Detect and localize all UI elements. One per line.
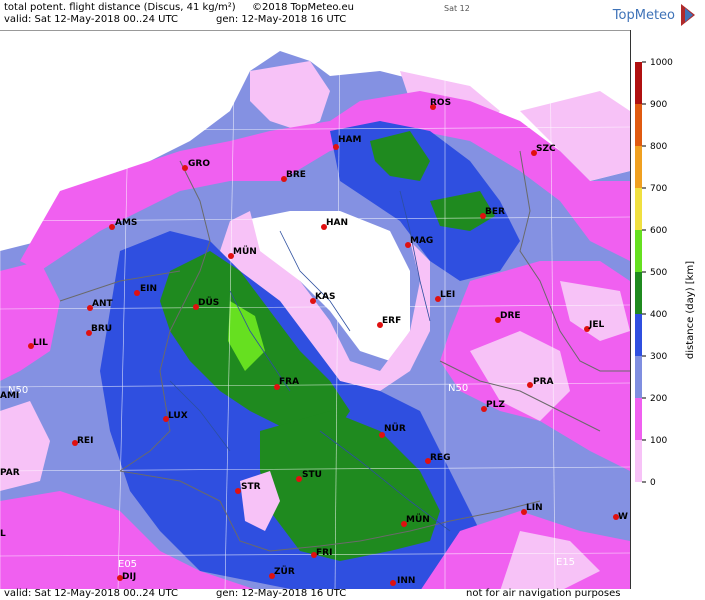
legend-bar-9 [635,440,642,482]
svg-text:FRI: FRI [316,548,332,558]
legend-bar-5 [635,272,642,314]
svg-text:NÜR: NÜR [384,423,406,434]
svg-text:REG: REG [430,453,450,463]
brand-logo-text: TopMeteo [612,8,675,23]
legend-bar-6 [635,314,642,356]
legend-bar-1 [635,104,642,146]
svg-text:SZC: SZC [536,144,556,154]
svg-text:BRU: BRU [91,324,112,334]
grid-label-n55-left: N55 [10,33,30,44]
gen-label: gen: 12-May-2018 16 UTC [216,14,347,25]
legend-axis-label: distance (day) [km] [685,261,696,359]
svg-text:FRA: FRA [279,377,299,387]
city-par[interactable]: PAR [0,468,20,478]
svg-text:REI: REI [77,436,93,446]
svg-text:STR: STR [241,482,261,492]
svg-text:PLZ: PLZ [486,400,505,410]
svg-text:MÜN: MÜN [406,514,430,525]
svg-text:KAS: KAS [315,292,335,302]
svg-text:EIN: EIN [140,284,157,294]
legend-tick-1: 900 [650,100,667,110]
svg-text:AMI: AMI [0,391,19,401]
legend-tick-6: 400 [650,310,667,320]
svg-text:BER: BER [485,207,505,217]
map-title: total potent. flight distance (Discus, 4… [4,2,236,13]
svg-text:DIJ: DIJ [122,572,136,582]
svg-text:W: W [618,512,628,522]
legend-bar-3 [635,188,642,230]
svg-text:PAR: PAR [0,468,20,478]
grid-label-e05: E05 [118,559,137,570]
legend-bar-0 [635,62,642,104]
svg-text:LEI: LEI [440,290,455,300]
svg-text:DRE: DRE [500,311,521,321]
legend-bar-2 [635,146,642,188]
legend-tick-0: 1000 [650,58,673,68]
legend-tick-10: 0 [650,478,656,488]
svg-text:INN: INN [397,576,415,586]
legend-tick-9: 100 [650,436,667,446]
legend-tick-7: 300 [650,352,667,362]
header-bar: total potent. flight distance (Discus, 4… [0,0,705,30]
legend-bar-8 [635,398,642,440]
grid-label-e15: E15 [556,557,575,568]
svg-text:L: L [0,529,6,539]
legend-tick-4: 600 [650,226,667,236]
svg-text:ROS: ROS [430,98,451,108]
legend-tick-2: 800 [650,142,667,152]
svg-text:LUX: LUX [168,411,188,421]
legend-tick-3: 700 [650,184,667,194]
legend-bar-4 [635,230,642,272]
svg-text:MAG: MAG [410,236,433,246]
svg-text:MÜN: MÜN [233,246,257,257]
legend-bar-7 [635,356,642,398]
compass-icon [681,4,695,26]
svg-text:AMS: AMS [115,218,137,228]
svg-text:HAN: HAN [326,218,348,228]
svg-text:ANT: ANT [92,299,113,309]
svg-text:LIN: LIN [526,503,543,513]
svg-text:HAM: HAM [338,135,361,145]
legend-tick-labels: 10009008007006005004003002001000 [642,58,673,488]
svg-text:ERF: ERF [382,316,401,326]
copyright: ©2018 TopMeteo.eu [252,2,354,13]
valid-label: valid: Sat 12-May-2018 00..24 UTC [4,14,178,25]
svg-text:GRO: GRO [188,159,210,169]
disclaimer: not for air navigation purposes [466,588,621,599]
legend-color-bars [635,62,642,482]
day-label: Sat 12 [444,4,470,13]
svg-text:LIL: LIL [33,338,48,348]
city-l[interactable]: L [0,529,6,539]
map-canvas: N55 N55 N50 N50 E05 E15 ROS HAM SZC GRO … [0,31,630,591]
grid-label-n50-right: N50 [448,383,468,394]
footer-gen-label: gen: 12-May-2018 16 UTC [216,588,347,599]
footer-valid-label: valid: Sat 12-May-2018 00..24 UTC [4,588,178,599]
svg-text:PRA: PRA [533,377,554,387]
svg-text:STU: STU [302,470,322,480]
svg-text:BRE: BRE [286,170,306,180]
city-ami[interactable]: AMI [0,391,19,401]
color-scale-legend: 1000 900 800 700 600 500 400 300 200 100 0 distanc… [630,30,705,590]
grid-label-n55-right: N55 [448,33,468,44]
legend-canvas: 10009008007006005004003002001000 distanc… [635,58,696,488]
svg-text:JEL: JEL [588,320,604,330]
weather-map[interactable]: N55 N55 N50 N50 E05 E15 ROS HAM SZC GRO … [0,30,630,592]
legend-tick-5: 500 [650,268,667,278]
svg-text:ZÜR: ZÜR [274,566,295,577]
legend-tick-8: 200 [650,394,667,404]
svg-text:DÜS: DÜS [198,297,219,308]
